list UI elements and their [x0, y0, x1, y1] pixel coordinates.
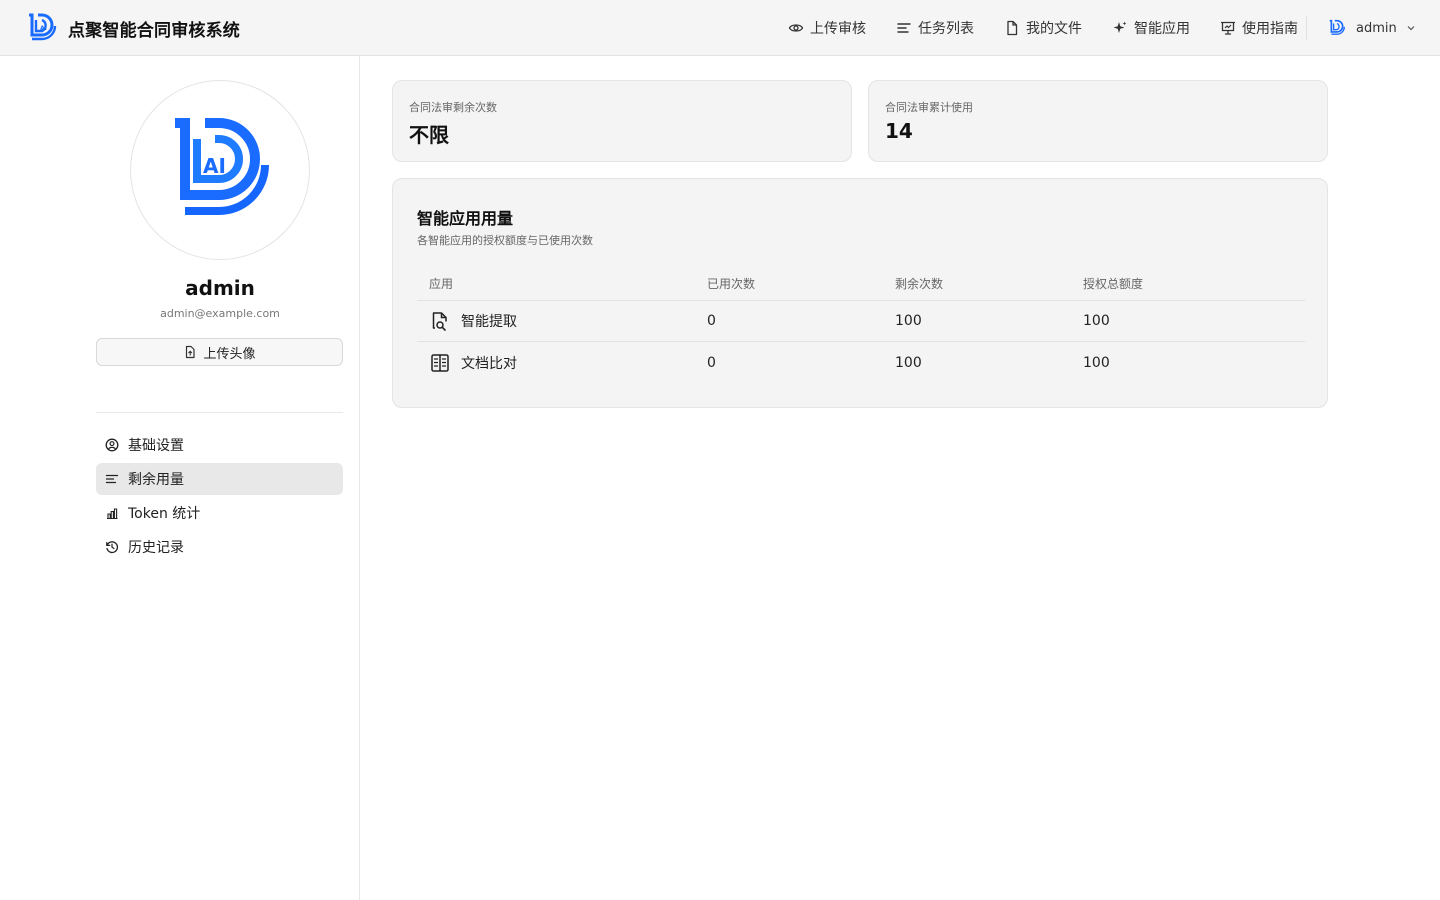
used-count: 0 [707, 354, 716, 371]
table-row: 文档比对 0 100 100 [417, 342, 1305, 383]
top-navbar: AI 点聚智能合同审核系统 上传审核 任务列表 我的文件 智能应用 使用指南 a… [0, 0, 1440, 56]
chevron-down-icon [1407, 26, 1415, 31]
column-header: 授权总额度 [1083, 277, 1144, 291]
svg-text:AI: AI [203, 154, 226, 178]
nav-label: 任务列表 [918, 21, 974, 37]
card-subtitle: 各智能应用的授权额度与已使用次数 [417, 234, 593, 247]
menu-item-history[interactable]: 历史记录 [96, 531, 343, 563]
bar-chart-icon [107, 508, 118, 520]
column-header: 已用次数 [707, 277, 756, 291]
user-circle-icon [105, 438, 119, 452]
upload-avatar-label: 上传头像 [203, 346, 256, 362]
menu-item-label: 基础设置 [128, 438, 184, 454]
user-name: admin [1356, 20, 1397, 36]
stat-value: 14 [885, 119, 913, 143]
nav-upload-review[interactable]: 上传审核 [786, 12, 868, 44]
total-quota: 100 [1083, 354, 1110, 371]
divider [96, 412, 343, 413]
upload-avatar-button[interactable]: 上传头像 [96, 338, 343, 366]
file-search-icon [432, 312, 447, 331]
nav-smart-apps[interactable]: 智能应用 [1110, 12, 1192, 44]
menu-item-label: Token 统计 [128, 506, 201, 522]
brand-logo-icon: AI [175, 118, 269, 215]
profile-name: admin [185, 276, 255, 300]
card-title: 智能应用用量 [417, 209, 514, 228]
profile-sidebar: AI admin admin@example.com 上传头像 基础设置 剩余用… [0, 56, 360, 900]
nav-label: 我的文件 [1026, 21, 1082, 37]
stat-value: 不限 [409, 123, 449, 147]
nav-label: 上传审核 [810, 21, 866, 37]
brand-logo-icon [1329, 19, 1345, 35]
list-icon [897, 23, 911, 33]
menu-item-label: 剩余用量 [128, 472, 184, 488]
nav-user-guide[interactable]: 使用指南 [1218, 12, 1300, 44]
column-header: 剩余次数 [895, 277, 944, 291]
app-name: 文档比对 [461, 355, 517, 372]
svg-text:AI: AI [40, 25, 47, 32]
stat-label: 合同法审剩余次数 [409, 101, 497, 114]
brand[interactable]: AI 点聚智能合同审核系统 [26, 12, 240, 44]
profile-email: admin@example.com [160, 307, 280, 320]
main-nav: 上传审核 任务列表 我的文件 智能应用 使用指南 [786, 0, 1326, 56]
nav-my-files[interactable]: 我的文件 [1002, 12, 1084, 44]
app-title: 点聚智能合同审核系统 [68, 20, 240, 41]
menu-item-remaining-usage[interactable]: 剩余用量 [96, 463, 343, 495]
column-header: 应用 [429, 277, 454, 291]
presentation-icon [1220, 21, 1236, 35]
menu-item-label: 历史记录 [128, 540, 184, 556]
nav-label: 使用指南 [1242, 21, 1298, 37]
list-icon [105, 474, 119, 484]
file-icon [1007, 20, 1018, 36]
app-name: 智能提取 [461, 314, 517, 330]
stat-card-remaining: 合同法审剩余次数 不限 [392, 80, 852, 162]
menu-item-token-stats[interactable]: Token 统计 [96, 497, 343, 529]
brand-logo-icon: AI [29, 13, 57, 41]
eye-icon [788, 24, 804, 32]
file-upload-icon [186, 345, 196, 359]
nav-divider [1306, 16, 1307, 40]
remaining-count: 100 [895, 354, 922, 371]
stat-card-total-used: 合同法审累计使用 14 [868, 80, 1328, 162]
nav-label: 智能应用 [1134, 21, 1190, 37]
sparkle-icon [1113, 21, 1127, 33]
app-cell: 智能提取 [417, 310, 707, 332]
usage-table: 应用 已用次数 剩余次数 授权总额度 智能提取 0 100 100 文档比对 0… [417, 267, 1305, 383]
history-icon [106, 541, 119, 554]
total-quota: 100 [1083, 313, 1110, 329]
nav-task-list[interactable]: 任务列表 [894, 12, 976, 44]
app-usage-card: 智能应用用量 各智能应用的授权额度与已使用次数 应用 已用次数 剩余次数 授权总… [392, 178, 1328, 408]
compare-icon [431, 353, 449, 372]
stat-label: 合同法审累计使用 [885, 101, 973, 114]
menu-item-basic-settings[interactable]: 基础设置 [96, 429, 343, 461]
table-header: 应用 已用次数 剩余次数 授权总额度 [417, 267, 1305, 301]
user-menu[interactable]: admin [1328, 16, 1417, 40]
profile-menu: 基础设置 剩余用量 Token 统计 历史记录 [96, 429, 343, 565]
table-row: 智能提取 0 100 100 [417, 301, 1305, 342]
avatar: AI [130, 80, 310, 260]
app-cell: 文档比对 [417, 352, 707, 374]
used-count: 0 [707, 313, 716, 329]
remaining-count: 100 [895, 313, 922, 329]
